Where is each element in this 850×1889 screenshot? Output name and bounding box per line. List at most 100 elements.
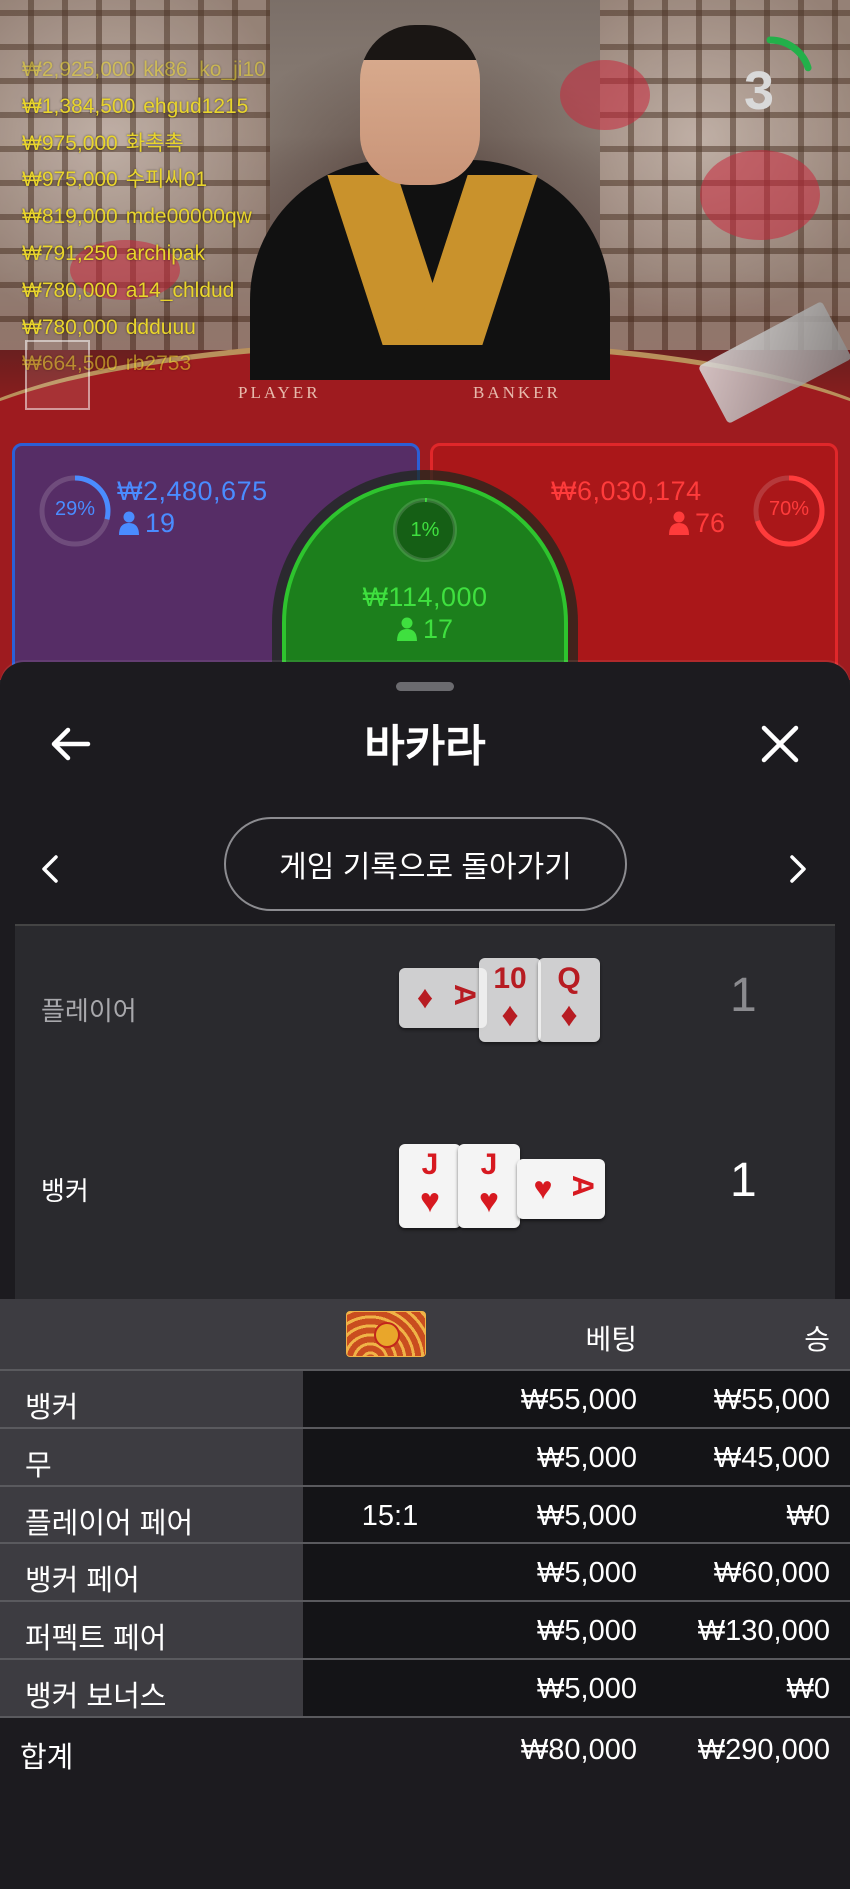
- banker-score: 1: [730, 1154, 757, 1207]
- leaderboard-row: ₩2,925,000 kk86_ko_ji10: [22, 52, 266, 89]
- total-bet: ₩80,000: [520, 1733, 637, 1766]
- card-suit: ♥: [419, 1182, 441, 1220]
- leaderboard-row: ₩791,250 archipak: [22, 236, 266, 273]
- total-label: 합계: [20, 1741, 74, 1774]
- card-suit: ♥: [478, 1182, 500, 1220]
- payout-bet-amount: ₩5,000: [537, 1672, 637, 1705]
- tie-bettor-count: 17: [286, 614, 564, 645]
- leaderboard-row: ₩975,000 수피씨01: [22, 162, 266, 199]
- payout-bet-amount: ₩5,000: [537, 1441, 637, 1474]
- payout-win-amount: ₩0: [786, 1499, 831, 1532]
- winner-username: ddduuu: [125, 315, 196, 339]
- payout-bet-type: 뱅커: [25, 1392, 79, 1424]
- banker-hand-label: 뱅커: [41, 1176, 89, 1206]
- card-rank: A: [448, 984, 481, 1006]
- player-card: Q ♦: [538, 958, 600, 1042]
- winner-username: rb2753: [125, 352, 192, 376]
- card-rank: J: [421, 1148, 439, 1181]
- winner-username: archipak: [125, 241, 206, 265]
- close-icon: [761, 725, 799, 763]
- blossom-decoration: [700, 150, 820, 240]
- payout-row: 뱅커 ₩55,000 ₩55,000: [0, 1369, 850, 1427]
- player-hand-label: 플레이어: [41, 996, 137, 1026]
- card-rank: J: [480, 1148, 498, 1181]
- person-icon: [119, 511, 139, 535]
- payout-bet-type: 뱅커 보너스: [25, 1680, 167, 1713]
- payout-bet-type: 퍼펙트 페어: [25, 1623, 167, 1656]
- previous-round-button[interactable]: [30, 844, 70, 894]
- banker-card: A ♥: [517, 1159, 605, 1219]
- payout-win-amount: ₩45,000: [713, 1441, 830, 1474]
- winner-username: mde00000qw: [125, 205, 252, 229]
- winner-username: 화촉촉: [125, 131, 184, 155]
- back-to-game-history-button[interactable]: 게임 기록으로 돌아가기: [224, 817, 627, 911]
- card-suit: ♦: [560, 996, 578, 1034]
- card-rank: 10: [493, 962, 527, 995]
- player-total-amount: ₩2,480,675: [117, 476, 268, 506]
- live-video-stream: PLAYER BANKER ₩2,925,000 kk86_ko_ji10 ₩1,3…: [0, 0, 850, 680]
- player-card: A ♦: [399, 968, 487, 1028]
- red-envelope-bonus-icon: [346, 1311, 426, 1357]
- chevron-right-icon: [790, 855, 806, 883]
- payout-win-amount: ₩60,000: [713, 1557, 830, 1590]
- player-card: 10 ♦: [479, 958, 541, 1042]
- card-suit: ♦: [501, 996, 519, 1034]
- leaderboard-row: ₩819,000 mde00000qw: [22, 199, 266, 236]
- winner-amount: ₩1,384,500: [22, 94, 136, 118]
- payout-bet-amount: ₩5,000: [537, 1557, 637, 1590]
- leaderboard-row: ₩975,000 화촉촉: [22, 126, 266, 163]
- tie-total-amount: ₩114,000: [362, 582, 488, 612]
- winner-username: kk86_ko_ji10: [143, 58, 266, 81]
- payout-win-amount: ₩130,000: [697, 1615, 830, 1648]
- winner-amount: ₩975,000: [22, 131, 118, 155]
- winner-username: ehgud1215: [143, 94, 249, 118]
- winners-leaderboard: ₩2,925,000 kk86_ko_ji10 ₩1,384,500 ehgud121…: [22, 52, 266, 383]
- dealer-figure: [250, 160, 610, 380]
- tie-count-value: 17: [422, 614, 454, 644]
- winner-amount: ₩664,500: [22, 352, 118, 376]
- table-banker-word: BANKER: [473, 383, 561, 402]
- winner-amount: ₩780,000: [22, 278, 118, 302]
- payout-bet-amount: ₩55,000: [520, 1384, 637, 1416]
- blossom-decoration: [560, 60, 650, 130]
- payout-bet-amount: ₩5,000: [537, 1615, 637, 1648]
- tie-percent: 1%: [410, 519, 440, 541]
- payout-bet-type: 무: [25, 1449, 52, 1482]
- player-count-value: 19: [145, 508, 176, 538]
- payout-total-row: 합계 ₩80,000 ₩290,000: [0, 1715, 850, 1776]
- sheet-drag-handle[interactable]: [396, 682, 454, 691]
- total-win: ₩290,000: [697, 1733, 830, 1766]
- player-bettor-count: 19: [119, 508, 175, 539]
- winner-amount: ₩791,250: [22, 241, 118, 265]
- card-suit: ♥: [533, 1170, 553, 1206]
- payout-rows: 뱅커 ₩55,000 ₩55,000 무 ₩5,000 ₩45,000 플레이어 페어 15:…: [0, 1369, 850, 1716]
- payout-row: 무 ₩5,000 ₩45,000: [0, 1426, 850, 1485]
- payout-bet-type: 플레이어 페어: [25, 1507, 194, 1540]
- bet-column-header: 베팅: [585, 1324, 637, 1355]
- payout-bet-type: 뱅커 페어: [25, 1565, 140, 1598]
- close-button[interactable]: [750, 714, 810, 774]
- chevron-left-icon: [42, 855, 58, 883]
- payout-win-amount: ₩55,000: [713, 1384, 830, 1416]
- card-rank: A: [566, 1175, 599, 1197]
- next-round-button[interactable]: [778, 844, 818, 894]
- payout-table-header: 베팅 승: [0, 1299, 850, 1369]
- winner-amount: ₩975,000: [22, 168, 118, 192]
- winner-amount: ₩780,000: [22, 315, 118, 339]
- leaderboard-row: ₩664,500 rb2753: [22, 346, 266, 383]
- player-score: 1: [730, 969, 757, 1022]
- win-column-header: 승: [804, 1324, 830, 1355]
- leaderboard-row: ₩780,000 ddduuu: [22, 310, 266, 347]
- payout-row: 뱅커 보너스 ₩5,000 ₩0: [0, 1657, 850, 1716]
- winner-amount: ₩2,925,000: [22, 58, 136, 81]
- payout-row: 뱅커 페어 ₩5,000 ₩60,000: [0, 1542, 850, 1601]
- countdown-seconds: 3: [743, 61, 775, 121]
- person-icon: [669, 511, 689, 535]
- dealer-head: [360, 25, 480, 185]
- banker-percent: 70%: [768, 498, 810, 520]
- round-result-panel: 플레이어 A ♦ 10 ♦ Q ♦ 1 뱅커 J ♥ J ♥ A ♥ 1: [15, 924, 835, 1299]
- banker-total-amount: ₩6,030,174: [551, 476, 702, 506]
- payout-row: 퍼펙트 페어 ₩5,000 ₩130,000: [0, 1600, 850, 1658]
- table-player-word: PLAYER: [238, 383, 321, 402]
- round-details-sheet: 바카라 게임 기록으로 돌아가기 플레이어 A ♦ 10 ♦ Q ♦ 1 뱅커 J ♥ J ♥ A…: [0, 662, 850, 1889]
